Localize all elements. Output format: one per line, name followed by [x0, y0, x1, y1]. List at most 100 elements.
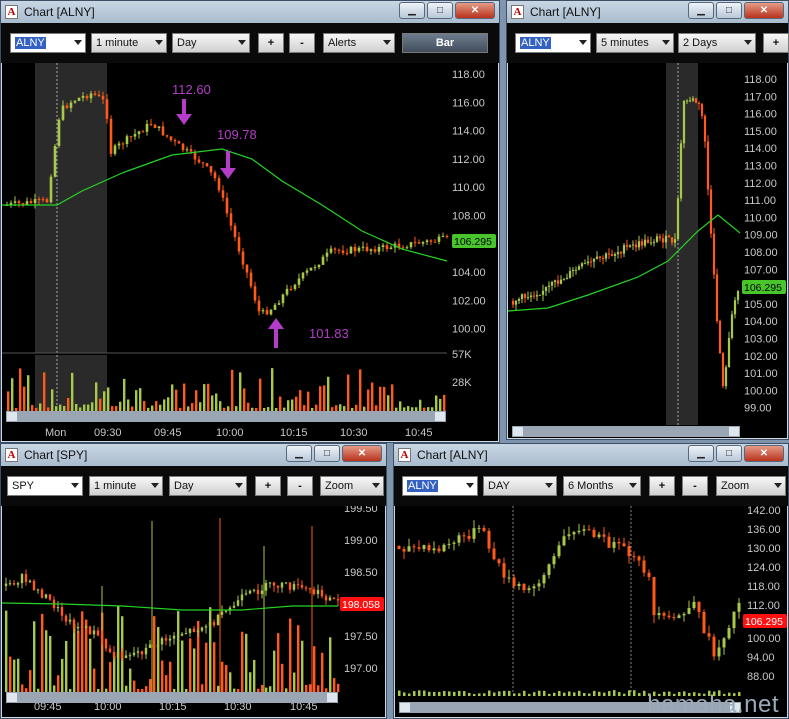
candle-body [164, 638, 168, 641]
minimize-icon[interactable]: ▁ [399, 2, 425, 19]
volume-bar [593, 690, 596, 696]
maximize-icon[interactable]: □ [314, 445, 340, 462]
candle-body [357, 247, 361, 252]
zoom-in-button[interactable]: + [255, 476, 281, 496]
candle-body [381, 245, 385, 248]
symbol-input[interactable]: ALNY [515, 33, 591, 53]
candle-body [121, 143, 125, 145]
maximize-icon[interactable]: □ [716, 445, 742, 462]
price-chart-area[interactable]: 199.50 199.00 198.50 197.50 197.00 09:45 10:00… [2, 506, 385, 717]
close-icon[interactable]: ✕ [342, 445, 382, 462]
range-select[interactable]: Day [172, 33, 250, 53]
candle-body [168, 638, 172, 641]
volume-bar [95, 382, 98, 411]
window-titlebar[interactable]: A Chart [ALNY] ▁ □ ✕ [507, 1, 788, 23]
candle-body [421, 242, 425, 244]
volume-bar [285, 688, 288, 692]
zoom-select[interactable]: Zoom [320, 476, 384, 496]
zoom-in-button[interactable]: + [258, 33, 284, 53]
maximize-icon[interactable]: □ [716, 2, 742, 19]
volume-bar [301, 640, 304, 692]
window-titlebar[interactable]: A Chart [ALNY] ▁ □ ✕ [1, 1, 499, 23]
candle-body [527, 588, 531, 591]
maximize-icon[interactable]: □ [427, 2, 453, 19]
symbol-input[interactable]: ALNY [402, 476, 478, 496]
candle-body [369, 249, 373, 251]
volume-bar [433, 691, 436, 696]
symbol-input[interactable]: SPY [7, 476, 83, 496]
price-chart-area[interactable]: 118.00 117.00 116.00 115.00 114.00 113.00 112.… [508, 63, 787, 438]
candle-body [497, 559, 501, 564]
candle-body [305, 270, 309, 273]
zoom-out-button[interactable]: - [682, 476, 708, 496]
volume-bar [331, 407, 334, 411]
candle-body [256, 589, 260, 595]
volume-bar [628, 690, 631, 696]
range-select[interactable]: 2 Days [678, 33, 756, 53]
candle-body [140, 651, 144, 655]
zoom-select[interactable]: Zoom [716, 476, 786, 496]
candle-body [709, 189, 713, 234]
interval-select[interactable]: 1 minute [89, 476, 163, 496]
volume-bar [568, 691, 571, 696]
minimize-icon[interactable]: ▁ [286, 445, 312, 462]
horizontal-scrollbar [6, 692, 338, 703]
candle-body [598, 256, 602, 259]
volume-bar [261, 684, 264, 692]
window-titlebar[interactable]: A Chart [SPY] ▁ □ ✕ [1, 444, 386, 466]
alerts-select[interactable]: Alerts [323, 33, 395, 53]
candle-body [145, 123, 149, 132]
minimize-icon[interactable]: ▁ [688, 445, 714, 462]
zoom-out-button[interactable]: - [289, 33, 315, 53]
candle-body [625, 245, 629, 247]
volume-bar [133, 680, 136, 692]
volume-bar [47, 407, 50, 411]
candle-body [108, 648, 112, 653]
interval-select[interactable]: 5 minutes [596, 33, 674, 53]
volume-bar [115, 406, 118, 411]
zoom-out-button[interactable]: - [287, 476, 313, 496]
time-axis-label: 10:00 [216, 427, 244, 439]
candle-body [192, 628, 196, 633]
volume-bar [453, 691, 456, 696]
close-icon[interactable]: ✕ [455, 2, 495, 19]
zoom-in-button[interactable]: + [649, 476, 675, 496]
volume-bar [181, 640, 184, 692]
candle-body [169, 136, 173, 141]
candle-body [532, 295, 536, 297]
annotation-arrow-head [176, 114, 192, 125]
minimize-icon[interactable]: ▁ [688, 2, 714, 19]
price-axis-label: 118.00 [744, 74, 777, 86]
candle-body [20, 574, 24, 584]
volume-bar [245, 633, 248, 692]
close-icon[interactable]: ✕ [744, 445, 784, 462]
chart-toolbar: ALNY DAY 6 Months + - Zoom [394, 466, 788, 506]
zoom-in-button[interactable]: + [763, 33, 789, 53]
last-price-tag: 106.295 [744, 282, 782, 294]
candle-body [507, 577, 511, 579]
candle-body [100, 635, 104, 639]
scroll-right-icon [327, 693, 337, 702]
close-icon[interactable]: ✕ [744, 2, 784, 19]
volume-bar [81, 611, 84, 692]
range-select[interactable]: Day [169, 476, 247, 496]
price-axis-label: 199.50 [344, 506, 378, 515]
bar-type-button[interactable]: Bar [402, 33, 488, 53]
window-titlebar[interactable]: A Chart [ALNY] ▁ □ ✕ [394, 444, 788, 466]
price-chart-area[interactable]: 118.00 116.00 114.00 112.00 110.00 108.00 106.… [2, 63, 498, 441]
candle-body [553, 280, 557, 283]
symbol-input[interactable]: ALNY [10, 33, 86, 53]
price-axis-label: 113.00 [744, 161, 777, 173]
candle-body [312, 589, 316, 595]
volume-bar [493, 692, 496, 696]
candle-body [57, 119, 61, 146]
volume-bar [279, 396, 282, 411]
price-axis-label: 124.00 [747, 562, 781, 574]
price-chart-area[interactable]: 142.00 136.00 130.00 124.00 118.00 112.00 100.… [395, 506, 787, 717]
range-select[interactable]: 6 Months [563, 476, 641, 496]
price-axis-label: 99.00 [744, 403, 772, 415]
candle-body [407, 546, 411, 552]
interval-select[interactable]: 1 minute [91, 33, 167, 53]
candle-body [117, 143, 121, 146]
interval-select[interactable]: DAY [483, 476, 557, 496]
